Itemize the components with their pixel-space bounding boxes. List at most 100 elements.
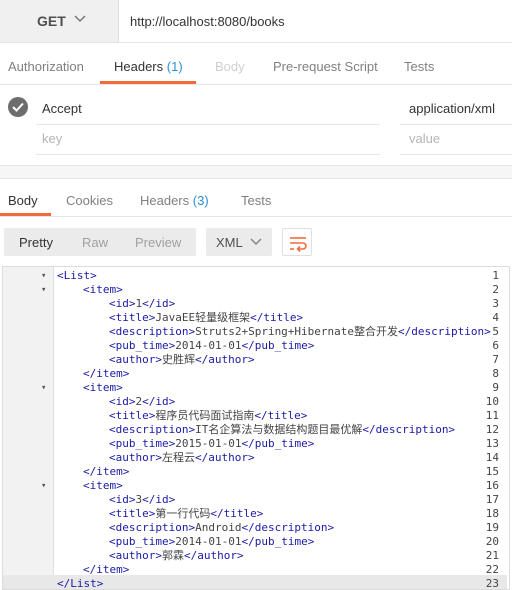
- chevron-down-icon: [74, 15, 86, 23]
- code-line: 21 <author>郭霖</author>: [3, 549, 507, 563]
- line-text: <author>左程云</author>: [109, 451, 255, 465]
- tab-cookies[interactable]: Cookies: [66, 193, 113, 208]
- tab-label: Body: [215, 59, 245, 74]
- code-line: 8 </item>: [3, 367, 507, 381]
- line-text: <description>IT名企算法与数据结构题目最优解</descripti…: [109, 423, 455, 437]
- xml-tag: <title>: [109, 311, 156, 324]
- code-line: 18 <title>第一行代码</title>: [3, 507, 507, 521]
- tab-authorization[interactable]: Authorization: [8, 59, 84, 74]
- line-text: <item>: [83, 283, 123, 297]
- header-enabled-checkbox[interactable]: [8, 97, 28, 117]
- line-text: <id>2</id>: [109, 395, 175, 409]
- xml-tag: </id>: [142, 493, 176, 506]
- fold-toggle-icon[interactable]: ▾: [41, 479, 51, 493]
- xml-tag: <pub_time>: [109, 339, 176, 352]
- xml-tag: </author>: [194, 451, 255, 464]
- divider: [400, 124, 512, 125]
- divider: [36, 154, 380, 155]
- chevron-down-icon: [250, 238, 262, 246]
- format-select[interactable]: XML: [206, 228, 272, 256]
- line-text: <item>: [83, 381, 123, 395]
- tab-body[interactable]: Body: [215, 59, 245, 74]
- code-line: 15 </item>: [3, 465, 507, 479]
- fold-toggle-icon[interactable]: ▾: [41, 269, 51, 283]
- code-line: 3 <id>1</id>: [3, 297, 507, 311]
- xml-text: 第一行代码: [155, 507, 211, 520]
- line-number: 21: [485, 549, 499, 562]
- xml-tag: <id>: [109, 297, 136, 310]
- xml-text: 2014-01-01: [175, 339, 242, 352]
- xml-tag: </item>: [83, 465, 130, 478]
- wrap-lines-button[interactable]: [282, 228, 312, 256]
- tab-label: Headers: [140, 193, 190, 208]
- code-line: 22 </item>: [3, 563, 507, 577]
- line-text: </item>: [83, 367, 129, 381]
- xml-text: JavaEE轻量级框架: [155, 311, 251, 324]
- tab-count: (3): [192, 193, 209, 208]
- xml-tag: </description>: [398, 325, 491, 338]
- tab-pre-request-script[interactable]: Pre-request Script: [273, 59, 378, 74]
- line-number: 23: [485, 577, 499, 590]
- line-text: <author>郭霖</author>: [109, 549, 244, 563]
- xml-text: 2014-01-01: [175, 535, 242, 548]
- tab-label: Tests: [404, 59, 435, 74]
- view-pretty-button[interactable]: Pretty: [19, 235, 53, 250]
- method-select[interactable]: GET: [0, 0, 119, 42]
- xml-tag: <description>: [109, 423, 196, 436]
- key-input[interactable]: key: [42, 131, 62, 146]
- tab-headers[interactable]: Headers (1): [114, 59, 183, 74]
- value-input[interactable]: value: [409, 131, 440, 146]
- response-tabs: Body Cookies Headers (3) Tests: [0, 178, 512, 218]
- xml-text: 史胜辉: [161, 353, 195, 366]
- xml-tag: </pub_time>: [241, 339, 315, 352]
- xml-tag: <title>: [109, 507, 156, 520]
- tab-response-body[interactable]: Body: [8, 193, 38, 208]
- xml-tag: <id>: [109, 395, 136, 408]
- xml-tag: </List>: [57, 577, 104, 590]
- line-number: 22: [485, 563, 499, 576]
- tab-label: Headers: [114, 59, 164, 74]
- request-bar: GET http://localhost:8080/books: [0, 0, 512, 43]
- tab-label: Authorization: [8, 59, 84, 74]
- line-text: <author>史胜辉</author>: [109, 353, 255, 367]
- view-preview-button[interactable]: Preview: [135, 235, 181, 250]
- line-text: <title>程序员代码面试指南</title>: [109, 409, 307, 423]
- tab-label: Cookies: [66, 193, 113, 208]
- header-value[interactable]: application/xml: [409, 101, 495, 116]
- line-text: <id>1</id>: [109, 297, 175, 311]
- xml-tag: <author>: [109, 353, 162, 366]
- code-line: 14 <author>左程云</author>: [3, 451, 507, 465]
- xml-tag: </item>: [83, 563, 130, 576]
- line-text: <pub_time>2014-01-01</pub_time>: [109, 339, 314, 353]
- header-key[interactable]: Accept: [42, 101, 82, 116]
- code-line: 1 ▾ <List>: [3, 269, 507, 283]
- xml-tag: <item>: [83, 283, 123, 296]
- xml-text: 郭霖: [161, 549, 184, 562]
- tab-tests[interactable]: Tests: [404, 59, 434, 74]
- line-text: <description>Android</description>: [109, 521, 334, 535]
- line-number: 20: [485, 535, 499, 548]
- xml-tag: <id>: [109, 493, 136, 506]
- line-text: <title>JavaEE轻量级框架</title>: [109, 311, 303, 325]
- xml-tag: <List>: [57, 269, 97, 282]
- tab-response-headers[interactable]: Headers (3): [140, 193, 209, 208]
- view-raw-button[interactable]: Raw: [82, 235, 108, 250]
- fold-toggle-icon[interactable]: ▾: [41, 381, 51, 395]
- xml-text: 2015-01-01: [175, 437, 242, 450]
- code-line: 6 <pub_time>2014-01-01</pub_time>: [3, 339, 507, 353]
- response-body-viewer[interactable]: 1 ▾ <List> 2 ▾ <item> 3 <id>1</id> 4 <title>JavaE…: [2, 266, 510, 590]
- line-number: 12: [485, 423, 499, 436]
- line-number: 19: [485, 521, 499, 534]
- xml-text: IT名企算法与数据结构题目最优解: [195, 423, 363, 436]
- url-input[interactable]: http://localhost:8080/books: [130, 14, 285, 29]
- xml-text: 左程云: [161, 451, 195, 464]
- xml-tag: </id>: [142, 395, 176, 408]
- fold-toggle-icon[interactable]: ▾: [41, 283, 51, 297]
- tab-response-tests[interactable]: Tests: [241, 193, 271, 208]
- method-label: GET: [37, 13, 66, 29]
- line-text: <id>3</id>: [109, 493, 175, 507]
- check-icon: [12, 102, 24, 112]
- line-number: 15: [485, 465, 499, 478]
- code-line: 5 <description>Struts2+Spring+Hibernate整合…: [3, 325, 507, 339]
- line-number: 16: [485, 479, 499, 492]
